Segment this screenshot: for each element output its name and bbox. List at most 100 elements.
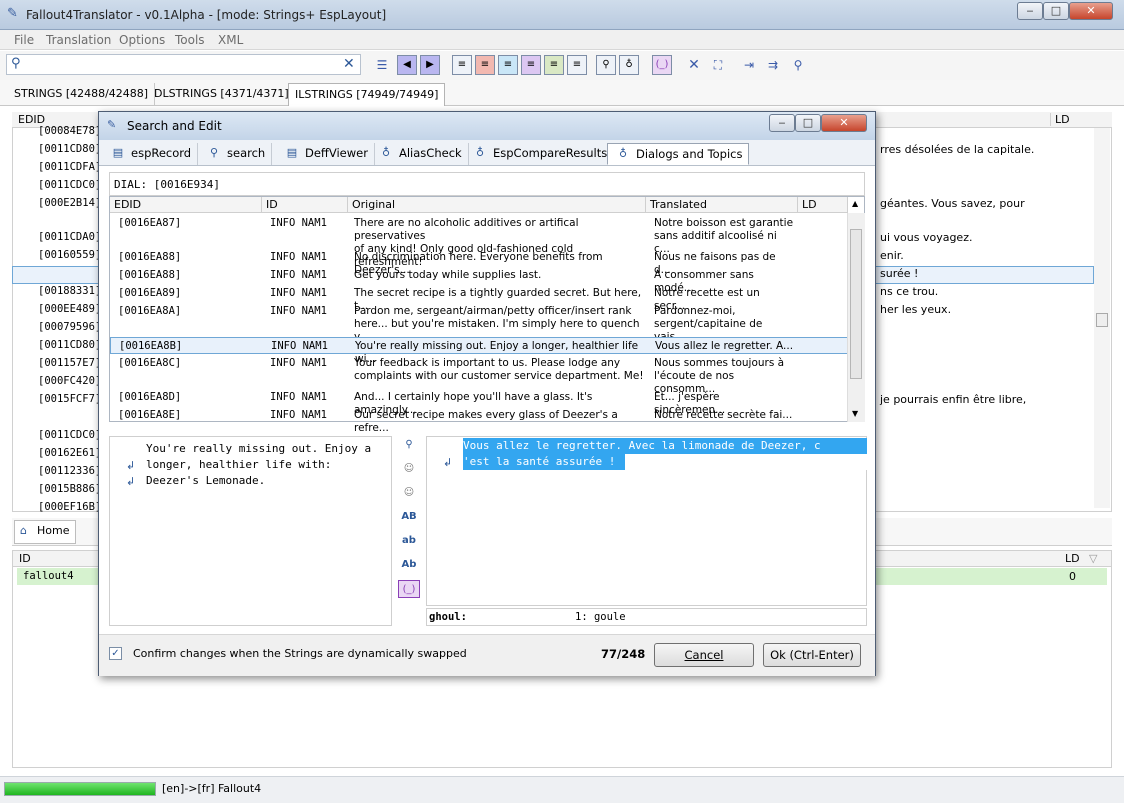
bg-row-edid[interactable]: [00162E61] <box>38 447 101 461</box>
brackets-button[interactable]: (_) <box>398 580 420 598</box>
tab-ilstrings[interactable]: ILSTRINGS [74949/74949] <box>288 83 446 106</box>
bg-row-edid[interactable]: [000EF16B] <box>38 501 101 515</box>
capitalize-button[interactable]: Ab <box>398 556 420 574</box>
tab-esprecord[interactable]: ▤ espRecord <box>103 143 199 165</box>
find-replace-icon[interactable]: ⚲ <box>790 57 806 73</box>
row-counter: 77/248 <box>601 647 646 661</box>
uppercase-button[interactable]: AB <box>398 508 420 526</box>
dialog-row[interactable]: [0016EA87] INFO NAM1 There are no alcoholi… <box>110 215 848 268</box>
dialog-maximize-button[interactable]: □ <box>795 114 821 132</box>
scrollbar-thumb[interactable] <box>1096 313 1108 327</box>
dialog-row[interactable]: [0016EA8C] INFO NAM1 Your feedback is impo… <box>110 355 848 395</box>
prev-icon[interactable]: ◀ <box>397 55 417 75</box>
clear-search-icon[interactable]: ✕ <box>343 56 355 72</box>
menu-tools[interactable]: Tools <box>175 33 205 47</box>
bulb-tab-icon: ♁ <box>618 147 628 160</box>
col-edid[interactable]: EDID <box>110 197 262 213</box>
glossary-bar: ghoul: 1: goule <box>426 608 867 626</box>
bg-row-edid[interactable]: [0011CDA0] <box>38 231 101 245</box>
bg-row-edid[interactable]: [0011CDFA] <box>38 161 101 175</box>
menu-options[interactable]: Options <box>119 33 165 47</box>
maximize-button[interactable]: □ <box>1043 2 1069 20</box>
tab-dialogs-topics[interactable]: ♁ Dialogs and Topics <box>607 143 750 165</box>
delete-icon[interactable]: ✕ <box>686 57 702 73</box>
dialog-scroll-thumb[interactable] <box>850 229 862 379</box>
bg-row-edid[interactable]: [0015FCF7] <box>38 393 101 407</box>
list-icon[interactable]: ☰ <box>374 57 390 73</box>
user-remove-icon[interactable]: ☺ <box>398 484 420 502</box>
view-blue-icon[interactable]: ≡ <box>498 55 518 75</box>
bg-row-edid[interactable]: [000FC420] <box>38 375 101 389</box>
row-edid: [0016EA8A] <box>118 305 182 317</box>
dialog-row[interactable]: [0016EA8A] INFO NAM1 Pardon me, sergeant/a… <box>110 303 848 343</box>
search-input[interactable]: ⚲ ✕ <box>6 54 361 75</box>
export-all-icon[interactable]: ⇉ <box>765 57 781 73</box>
dialog-close-button[interactable]: ✕ <box>821 114 867 132</box>
tab-search[interactable]: ⚲ search <box>199 143 273 165</box>
menu-file[interactable]: File <box>14 33 34 47</box>
row-edid: [0016EA8B] <box>119 340 183 352</box>
col-ld[interactable]: LD <box>798 197 848 213</box>
view-red-icon[interactable]: ≡ <box>475 55 495 75</box>
original-editor[interactable]: ↲ ↲ You're really missing out. Enjoy a l… <box>109 436 392 626</box>
menu-translation[interactable]: Translation <box>46 33 111 47</box>
lowercase-button[interactable]: ab <box>398 532 420 550</box>
menu-xml[interactable]: XML <box>218 33 243 47</box>
find-icon[interactable]: ⚲ <box>596 55 616 75</box>
user-add-icon[interactable]: ☺ <box>398 460 420 478</box>
tab-aliascheck[interactable]: ♁ AliasCheck <box>371 143 469 165</box>
dialog-row[interactable]: [0016EA8E] INFO NAM1 Our secret recipe mak… <box>110 407 848 434</box>
confirm-checkbox[interactable]: ✓ <box>109 647 122 660</box>
close-button[interactable]: ✕ <box>1069 2 1113 20</box>
bg-row-edid[interactable]: [0011CDC0] <box>38 179 101 193</box>
view-purple-icon[interactable]: ≡ <box>521 55 541 75</box>
header-ld: LD <box>1050 113 1110 126</box>
fullscreen-icon[interactable]: ⛶ <box>710 57 726 73</box>
view-mixed-icon[interactable]: ≡ <box>544 55 564 75</box>
original-text: You're really missing out. Enjoy a longe… <box>146 442 372 487</box>
tab-home[interactable]: ⌂ Home <box>14 520 77 544</box>
bg-row-edid[interactable]: [000EE489] <box>38 303 101 317</box>
dialog-row[interactable]: [0016EA8B] INFO NAM1 You're really missing… <box>110 337 848 365</box>
bulb-icon[interactable]: ♁ <box>619 55 639 75</box>
tab-deffviewer[interactable]: ▤ DeffViewer <box>277 143 375 165</box>
dialog-row[interactable]: [0016EA89] INFO NAM1 The secret recipe is … <box>110 285 848 312</box>
scroll-down-icon[interactable]: ▼ <box>852 409 858 418</box>
cancel-button[interactable]: Cancel <box>654 643 754 667</box>
sort-icon: ▽ <box>1089 552 1098 565</box>
dialog-row[interactable]: [0016EA88] INFO NAM1 Get yours today while… <box>110 267 848 294</box>
scroll-up-icon[interactable]: ▲ <box>852 199 858 208</box>
bg-row-edid[interactable]: [0011CD80] <box>38 339 101 353</box>
minimize-button[interactable]: ‒ <box>1017 2 1043 20</box>
tab-espcompare[interactable]: ♁ EspCompareResults <box>465 143 615 165</box>
translation-editor[interactable]: ↲ Vous allez le regretter. Avec la limon… <box>426 436 867 606</box>
col-translated[interactable]: Translated <box>646 197 798 213</box>
tab-dlstrings[interactable]: DLSTRINGS [4371/4371] <box>148 83 296 106</box>
bg-row-edid[interactable]: [00112336] <box>38 465 101 479</box>
next-icon[interactable]: ▶ <box>420 55 440 75</box>
dialog-minimize-button[interactable]: ‒ <box>769 114 795 132</box>
dialog-grid-scrollbar[interactable]: ▲ ▼ <box>847 199 865 422</box>
col-id[interactable]: ID <box>262 197 348 213</box>
dialog-row[interactable]: [0016EA88] INFO NAM1 No discrimination her… <box>110 249 848 276</box>
bg-row-edid[interactable]: [00079596] <box>38 321 101 335</box>
app-icon: ✎ <box>7 6 18 21</box>
search-tool-icon[interactable]: ⚲ <box>398 436 420 454</box>
bg-row-edid[interactable]: [00160559] <box>38 249 101 263</box>
dialog-row[interactable]: [0016EA8D] INFO NAM1 And... I certainly ho… <box>110 389 848 416</box>
export-icon[interactable]: ⇥ <box>741 57 757 73</box>
view-strings-icon[interactable]: ≡ <box>452 55 472 75</box>
bg-row-edid[interactable]: [00084E78] <box>38 125 101 139</box>
bg-row-edid[interactable]: [00188331] <box>38 285 101 299</box>
tab-strings[interactable]: STRINGS [42488/42488] <box>8 83 156 106</box>
ok-button[interactable]: Ok (Ctrl-Enter) <box>763 643 861 667</box>
bg-row-edid[interactable]: [0011CDC0] <box>38 429 101 443</box>
bg-row-edid[interactable]: [000E2B14] <box>38 197 101 211</box>
bg-row-edid[interactable]: [0011CD80] <box>38 143 101 157</box>
bg-row-edid[interactable]: [0015B886] <box>38 483 101 497</box>
brackets-icon[interactable]: (_) <box>652 55 672 75</box>
view-list-icon[interactable]: ≡ <box>567 55 587 75</box>
col-original[interactable]: Original <box>348 197 646 213</box>
grid-scrollbar[interactable] <box>1094 128 1110 508</box>
bg-row-edid[interactable]: [001157E7] <box>38 357 101 371</box>
